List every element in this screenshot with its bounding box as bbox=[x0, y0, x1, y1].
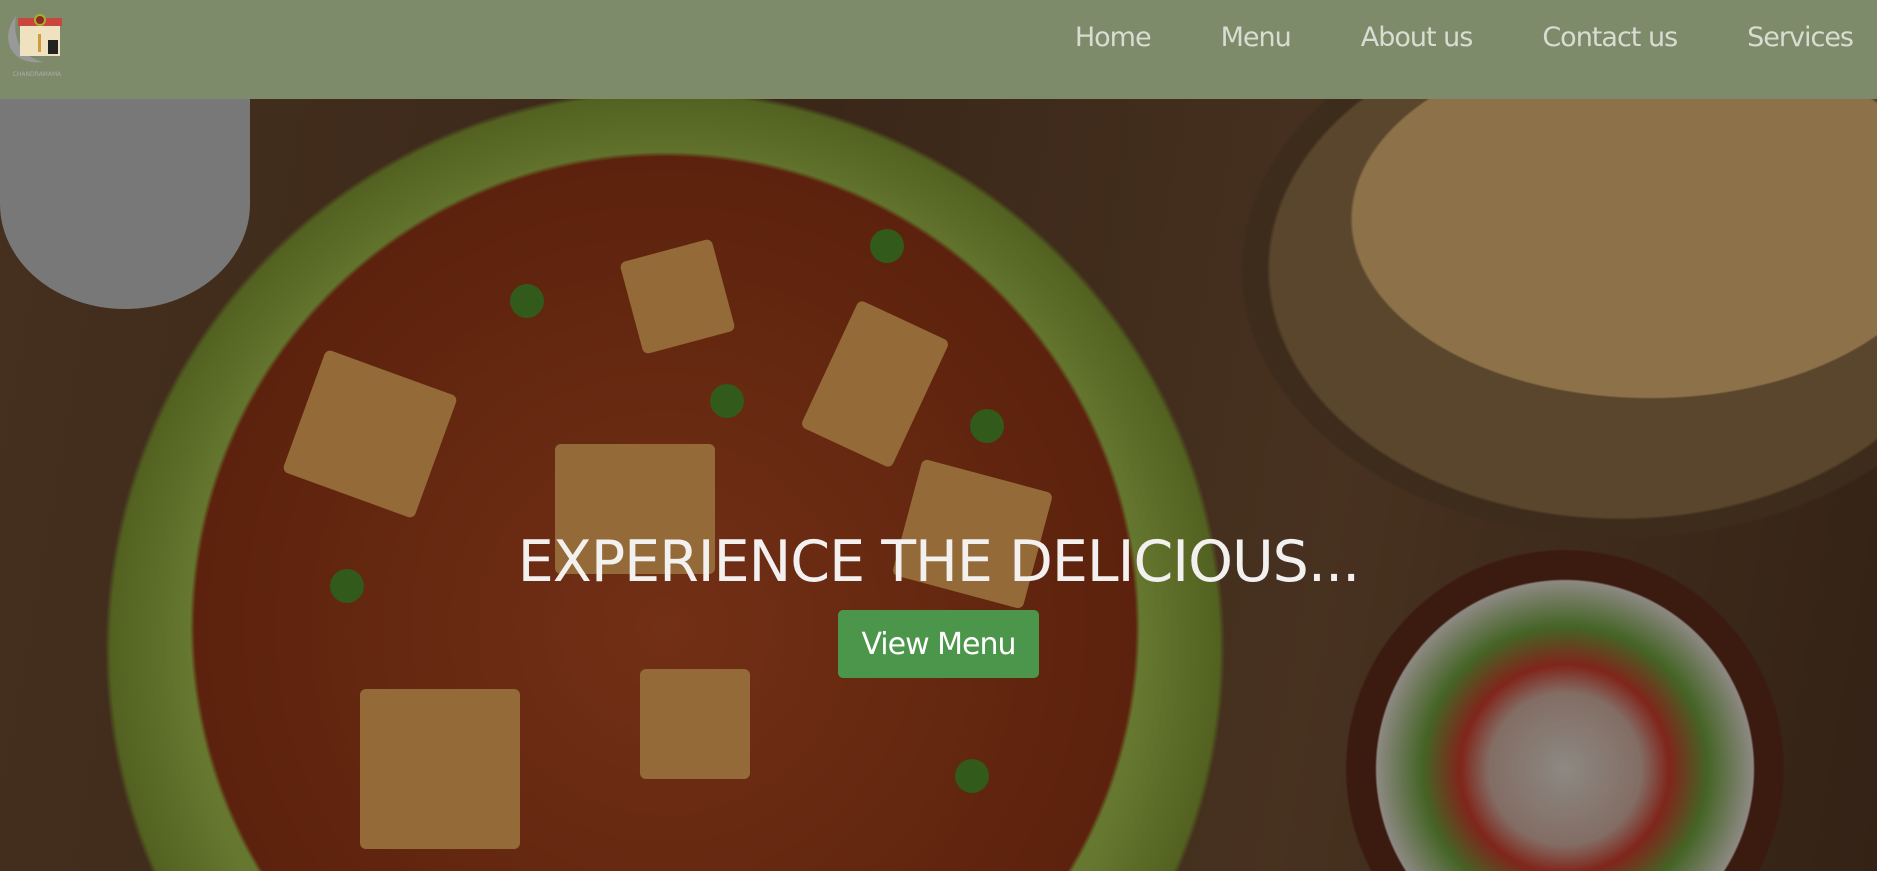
nav-home[interactable]: Home bbox=[1075, 22, 1152, 53]
hero-headline: EXPERIENCE THE DELICIOUS... bbox=[517, 529, 1360, 595]
nav-menu[interactable]: Menu bbox=[1221, 22, 1292, 53]
nav-services[interactable]: Services bbox=[1747, 22, 1854, 53]
view-menu-button[interactable]: View Menu bbox=[838, 610, 1039, 678]
dark-overlay bbox=[0, 99, 1877, 871]
navbar: CHANDRAMAMA Home Menu About us Contact u… bbox=[0, 0, 1877, 99]
nav-about-us[interactable]: About us bbox=[1361, 22, 1474, 53]
svg-text:CHANDRAMAMA: CHANDRAMAMA bbox=[13, 71, 62, 78]
nav-contact-us[interactable]: Contact us bbox=[1542, 22, 1678, 53]
logo[interactable]: CHANDRAMAMA bbox=[4, 6, 70, 78]
hero-section: EXPERIENCE THE DELICIOUS... View Menu bbox=[0, 99, 1877, 871]
